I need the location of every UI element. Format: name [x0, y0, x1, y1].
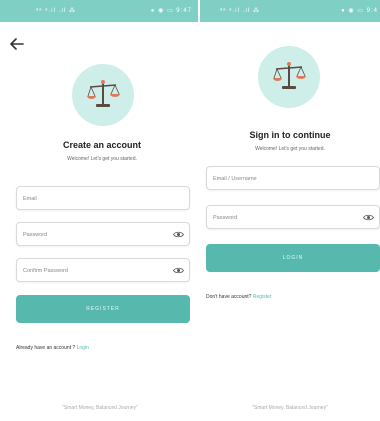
- register-link[interactable]: Register: [253, 294, 272, 300]
- page-subtitle: Welcome! Let's get you started.: [255, 146, 325, 152]
- footer-tagline: "Smart Money, Balanced Journey": [252, 405, 328, 411]
- balance-scale-icon: [273, 62, 306, 89]
- login-screen: ᵃᵃ ᵃ.ıl .ıl ⁂ ● ◉ ▭ 9:4 Sign in to conti…: [200, 0, 380, 421]
- login-button[interactable]: LOGIN: [206, 244, 380, 272]
- page-title: Create an account: [62, 140, 142, 150]
- app-logo: [72, 64, 134, 126]
- status-right: ● ◉ ▭ 9:4: [341, 8, 378, 14]
- username-input[interactable]: [207, 168, 379, 190]
- status-left: ᵃᵃ ᵃ.ıl .ıl ⁂: [36, 8, 77, 14]
- login-prompt-text: Already have an account ?: [16, 345, 77, 351]
- status-left: ᵃᵃ ᵃ.ıl .ıl ⁂: [220, 8, 261, 14]
- password-field[interactable]: [206, 205, 380, 229]
- footer-tagline: "Smart Money, Balanced Journey": [62, 405, 138, 411]
- confirm-password-field[interactable]: [16, 258, 190, 282]
- login-prompt: Already have an account ? Login: [16, 345, 89, 351]
- status-bar: ᵃᵃ ᵃ.ıl .ıl ⁂ ● ◉ ▭ 9:4: [200, 0, 380, 22]
- status-right: ● ◉ ▭ 9:47: [150, 8, 192, 14]
- email-input[interactable]: [17, 188, 189, 210]
- app-stage: ᵃᵃ ᵃ.ıl .ıl ⁂ ● ◉ ▭ 9:47 Create an accou…: [0, 0, 380, 421]
- confirm-password-input[interactable]: [17, 260, 189, 282]
- page-subtitle: Welcome! Let's get you started.: [67, 156, 137, 162]
- register-prompt: Don't have account? Register: [206, 294, 271, 300]
- password-input[interactable]: [207, 207, 379, 229]
- register-screen: ᵃᵃ ᵃ.ıl .ıl ⁂ ● ◉ ▭ 9:47 Create an accou…: [0, 0, 200, 421]
- status-bar: ᵃᵃ ᵃ.ıl .ıl ⁂ ● ◉ ▭ 9:47: [0, 0, 200, 22]
- app-logo: [258, 46, 320, 108]
- page-title: Sign in to continue: [249, 130, 331, 140]
- username-field[interactable]: [206, 166, 380, 190]
- register-prompt-text: Don't have account?: [206, 294, 253, 300]
- eye-icon[interactable]: [363, 213, 374, 222]
- password-input[interactable]: [17, 224, 189, 246]
- balance-scale-icon: [87, 80, 120, 107]
- register-button[interactable]: REGISTER: [16, 295, 190, 323]
- password-field[interactable]: [16, 222, 190, 246]
- login-link[interactable]: Login: [77, 345, 89, 351]
- back-arrow-icon[interactable]: [10, 38, 26, 52]
- eye-icon[interactable]: [173, 266, 184, 275]
- eye-icon[interactable]: [173, 230, 184, 239]
- email-field[interactable]: [16, 186, 190, 210]
